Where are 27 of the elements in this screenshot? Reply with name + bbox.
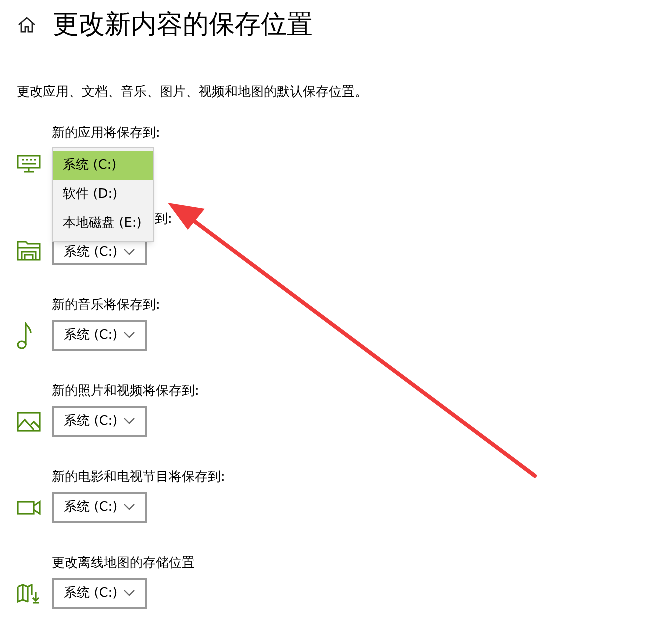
section-label: 更改离线地图的存储位置 <box>52 555 195 573</box>
section-label: 新的音乐将保存到: <box>52 297 160 315</box>
section-label: 新的照片和视频将保存到: <box>52 383 200 401</box>
picture-icon <box>17 412 41 432</box>
drive-dropdown[interactable]: 系统 (C:) <box>52 320 147 351</box>
description-text: 更改应用、文档、音乐、图片、视频和地图的默认保存位置。 <box>16 84 369 102</box>
page-title: 更改新内容的保存位置 <box>53 12 313 38</box>
drive-dropdown[interactable]: 系统 (C:) <box>52 492 147 523</box>
chevron-down-icon <box>124 332 135 339</box>
menu-item[interactable]: 本地磁盘 (E:) <box>53 209 153 238</box>
section-label: 到: <box>155 211 172 229</box>
map-download-icon <box>17 584 41 604</box>
section-label: 新的应用将保存到: <box>52 125 160 143</box>
drive-dropdown[interactable]: 系统 (C:) <box>52 406 147 437</box>
section-label: 新的电影和电视节目将保存到: <box>52 469 226 487</box>
monitor-icon <box>17 154 41 172</box>
folder-icon <box>17 238 41 260</box>
video-camera-icon <box>17 500 41 516</box>
chevron-down-icon <box>124 249 135 256</box>
music-note-icon <box>17 322 33 350</box>
chevron-down-icon <box>124 590 135 597</box>
home-icon[interactable] <box>17 15 37 35</box>
drive-dropdown[interactable]: 系统 (C:) <box>52 578 147 609</box>
menu-item[interactable]: 系统 (C:) <box>53 151 153 180</box>
chevron-down-icon <box>124 504 135 511</box>
menu-item[interactable]: 软件 (D:) <box>53 180 153 209</box>
chevron-down-icon <box>124 418 135 425</box>
